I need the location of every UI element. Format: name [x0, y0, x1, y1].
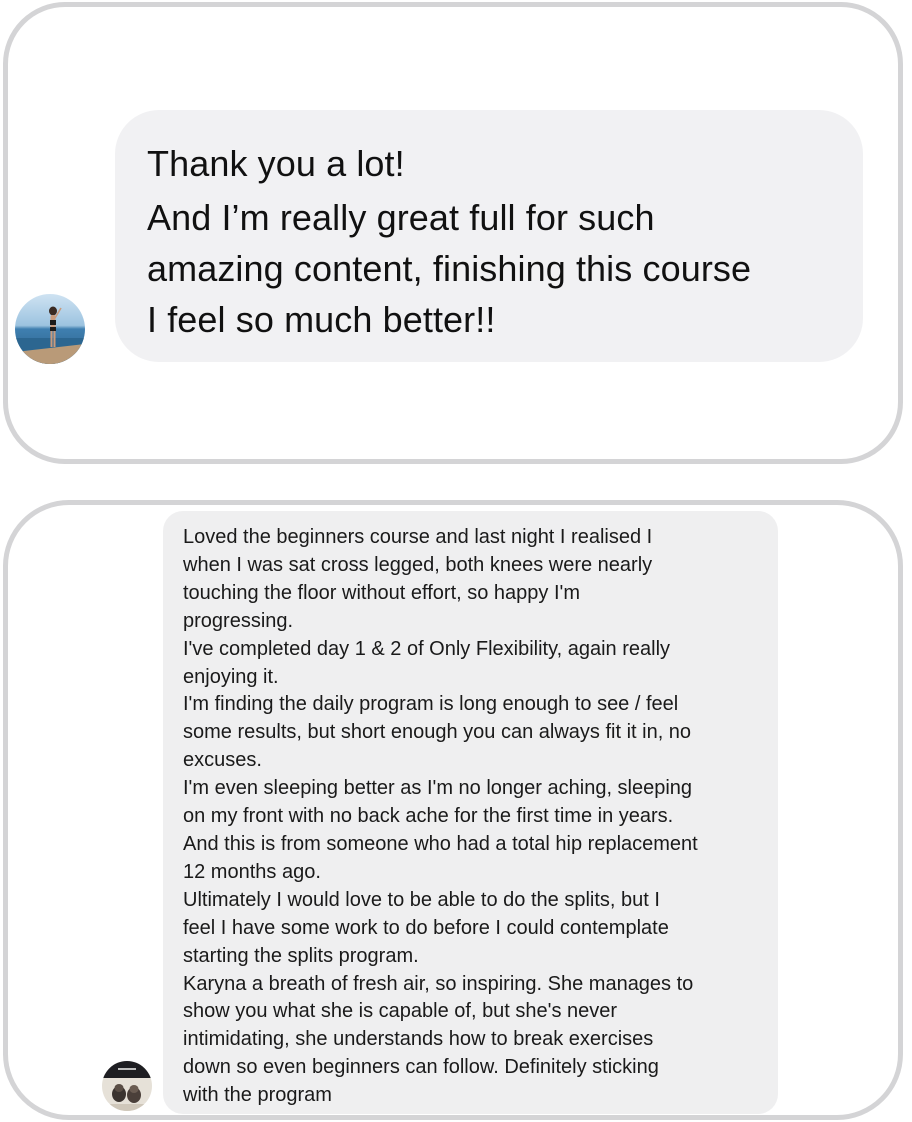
testimonial-card-1: Thank you a lot! And I’m really great fu…: [3, 2, 903, 464]
message-bubble: Loved the beginners course and last nigh…: [163, 511, 778, 1114]
message-line: intimidating, she understands how to bre…: [183, 1028, 654, 1051]
message-line: excuses.: [183, 749, 262, 772]
message-line: progressing.: [183, 609, 294, 632]
message-line: with the program: [183, 1084, 332, 1107]
message-line: feel I have some work to do before I cou…: [183, 916, 669, 939]
message-line: Karyna a breath of fresh air, so inspiri…: [183, 972, 694, 995]
message-line: starting the splits program.: [183, 944, 419, 967]
avatar[interactable]: [15, 294, 85, 364]
avatar[interactable]: [102, 1061, 152, 1111]
message-line: when I was sat cross legged, both knees …: [183, 553, 653, 576]
message-line: some results, but short enough you can a…: [183, 721, 692, 744]
message-line: touching the floor without effort, so ha…: [183, 581, 581, 604]
testimonial-card-2: Loved the beginners course and last nigh…: [3, 500, 903, 1120]
message-line: I've completed day 1 & 2 of Only Flexibi…: [183, 637, 671, 660]
message-line: on my front with no back ache for the fi…: [183, 805, 674, 828]
message-bubble: Thank you a lot! And I’m really great fu…: [115, 110, 863, 362]
avatar-photo-icon: [15, 294, 85, 364]
message-line: show you what she is capable of, but she…: [183, 1000, 618, 1023]
message-line: And I’m really great full for such: [147, 197, 655, 238]
avatar-photo-icon: [102, 1061, 152, 1111]
message-line: Loved the beginners course and last nigh…: [183, 526, 653, 548]
message-line: Thank you a lot!: [147, 143, 405, 184]
message-line: down so even beginners can follow. Defin…: [183, 1056, 659, 1079]
message-line: enjoying it.: [183, 665, 279, 688]
message-line: Ultimately I would love to be able to do…: [183, 888, 660, 911]
message-line: I feel so much better!!: [147, 299, 496, 340]
message-line: I'm even sleeping better as I'm no longe…: [183, 777, 693, 800]
message-line: amazing content, finishing this course: [147, 248, 752, 289]
message-line: I'm finding the daily program is long en…: [183, 693, 679, 716]
message-line: 12 months ago.: [183, 860, 321, 883]
message-line: And this is from someone who had a total…: [183, 832, 698, 855]
